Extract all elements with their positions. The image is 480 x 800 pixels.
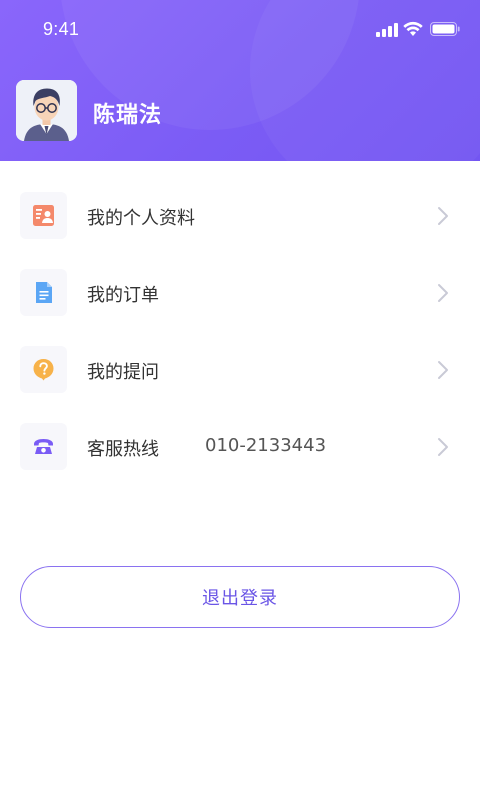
avatar[interactable] — [16, 80, 77, 141]
menu-item-label: 我的提问 — [87, 362, 159, 383]
signal-icon — [376, 23, 398, 37]
menu-icon-container — [20, 269, 67, 316]
profile-card-icon — [33, 205, 54, 226]
chevron-right-icon — [438, 207, 448, 225]
menu-item-profile[interactable]: 我的个人资料 — [0, 177, 480, 254]
menu-item-label: 客服热线 — [87, 439, 159, 460]
menu-item-questions[interactable]: 我的提问 — [0, 331, 480, 408]
menu-icon-container — [20, 346, 67, 393]
status-bar: 9:41 — [0, 0, 480, 60]
question-icon — [33, 359, 54, 381]
chevron-right-icon — [438, 284, 448, 302]
wifi-icon — [403, 21, 423, 36]
avatar-icon — [16, 80, 77, 141]
user-name: 陈瑞法 — [93, 103, 163, 128]
document-icon — [36, 282, 52, 303]
menu-icon-container — [20, 423, 67, 470]
telephone-icon — [34, 439, 53, 454]
menu-item-hotline[interactable]: 客服热线 010-2133443 — [0, 408, 480, 485]
menu-item-orders[interactable]: 我的订单 — [0, 254, 480, 331]
menu-item-label: 我的个人资料 — [87, 208, 195, 229]
menu-list: 我的个人资料 我的订单 我的提问 客服热线 010-2133443 — [0, 177, 480, 485]
menu-item-label: 我的订单 — [87, 285, 159, 306]
battery-icon — [430, 22, 460, 36]
status-time: 9:41 — [43, 19, 80, 39]
menu-icon-container — [20, 192, 67, 239]
chevron-right-icon — [438, 438, 448, 456]
chevron-right-icon — [438, 361, 448, 379]
hotline-number[interactable]: 010-2133443 — [205, 435, 326, 456]
profile-header: 9:41 陈瑞法 — [0, 0, 480, 161]
logout-button[interactable]: 退出登录 — [20, 566, 460, 628]
